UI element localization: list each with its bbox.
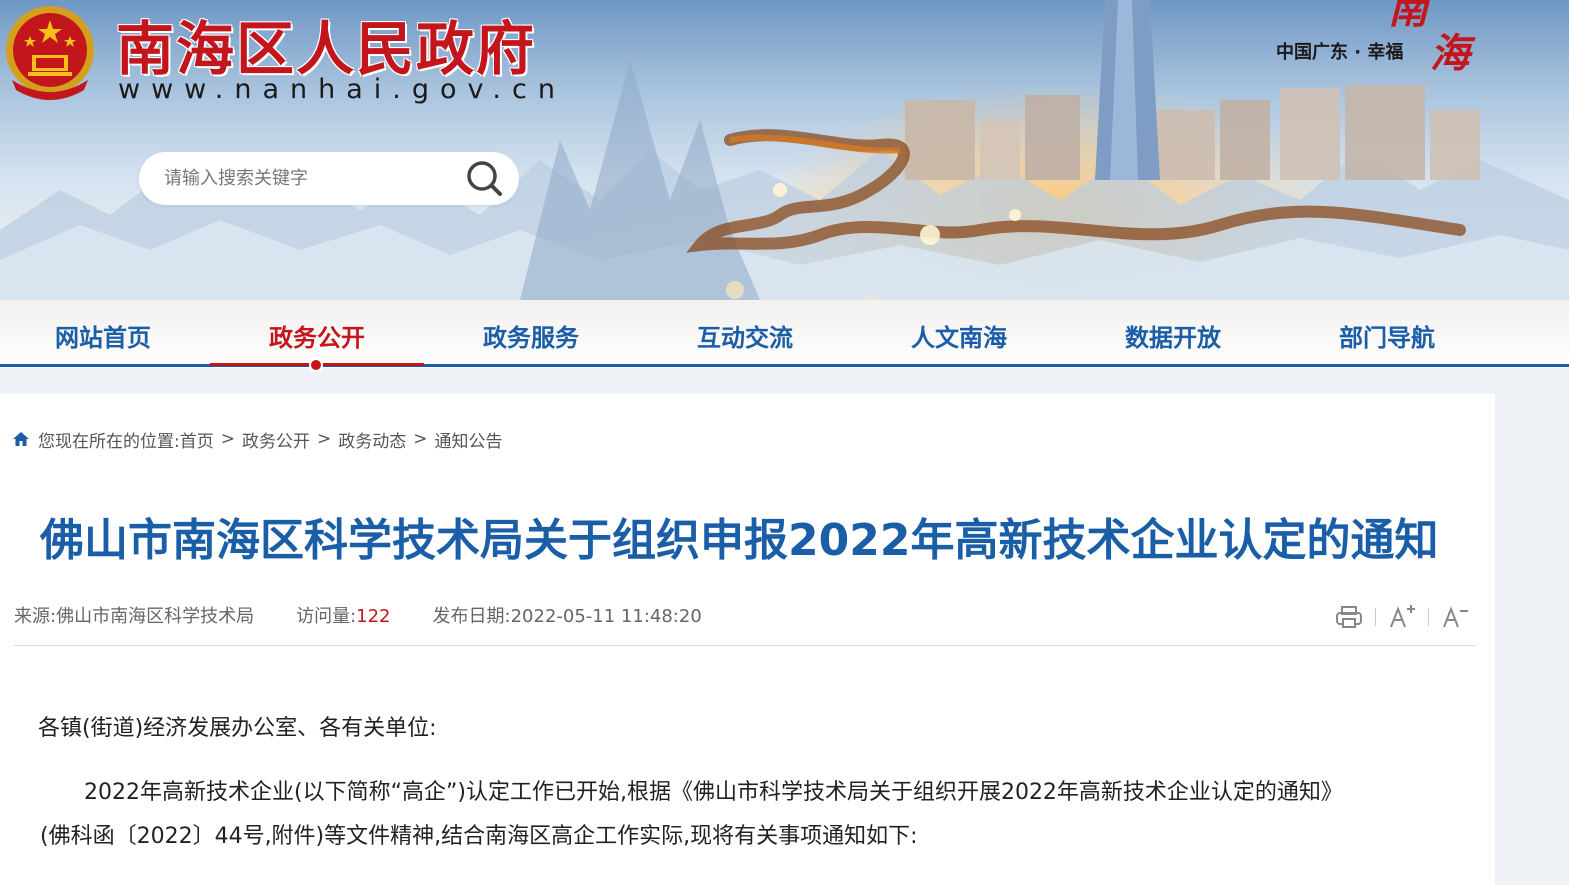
article-meta: 来源:佛山市南海区科学技术局 访问量:122 发布日期:2022-05-11 1… bbox=[14, 602, 744, 628]
calligraphy-logo: 南 海 bbox=[1388, 0, 1488, 76]
tool-separator bbox=[1428, 608, 1429, 626]
meta-date-value: 2022-05-11 11:48:20 bbox=[510, 606, 702, 627]
calligraphy-char: 海 bbox=[1430, 30, 1470, 77]
breadcrumb-gov-news[interactable]: 政务动态 bbox=[338, 427, 406, 452]
national-emblem-icon bbox=[6, 6, 94, 100]
nav-item-open-data[interactable]: 数据开放 bbox=[1066, 318, 1280, 353]
breadcrumb: 您现在所在的位置: 首页 > 政务公开 > 政务动态 > 通知公告 bbox=[12, 427, 502, 452]
breadcrumb-gov-affairs-open[interactable]: 政务公开 bbox=[242, 427, 310, 452]
breadcrumb-separator: > bbox=[316, 429, 332, 449]
header-banner: 南海区人民政府 www.nanhai.gov.cn 中国广东 · 幸福 南 海 bbox=[0, 0, 1569, 300]
site-url: www.nanhai.gov.cn bbox=[118, 74, 566, 105]
meta-date-label: 发布日期: bbox=[432, 606, 511, 627]
article-paragraph: 2022年高新技术企业(以下简称“高企”)认定工作已开始,根据《佛山市科学技术局… bbox=[84, 780, 1343, 805]
breadcrumb-prefix: 您现在所在的位置: bbox=[38, 431, 180, 452]
article-tools bbox=[1334, 603, 1470, 631]
nav-item-home[interactable]: 网站首页 bbox=[0, 318, 210, 353]
breadcrumb-separator: > bbox=[413, 429, 428, 449]
article-title: 佛山市南海区科学技术局关于组织申报2022年高新技术企业认定的通知 bbox=[40, 515, 1439, 566]
content-panel bbox=[0, 394, 1495, 885]
meta-visits: 访问量:122 bbox=[296, 602, 390, 628]
article-paragraph: (佛科函〔2022〕44号,附件)等文件精神,结合南海区高企工作实际,现将有关事… bbox=[40, 824, 918, 849]
nav-item-departments[interactable]: 部门导航 bbox=[1280, 318, 1494, 353]
nav-item-gov-services[interactable]: 政务服务 bbox=[424, 318, 638, 353]
meta-divider bbox=[14, 645, 1476, 646]
breadcrumb-home[interactable]: 首页 bbox=[180, 427, 214, 452]
meta-date: 发布日期:2022-05-11 11:48:20 bbox=[433, 602, 702, 628]
article-paragraph: 各镇(街道)经济发展办公室、各有关单位: bbox=[38, 716, 437, 741]
print-icon[interactable] bbox=[1334, 603, 1364, 631]
nav-item-culture[interactable]: 人文南海 bbox=[852, 318, 1066, 353]
meta-visits-label: 访问量: bbox=[296, 606, 357, 627]
breadcrumb-notices[interactable]: 通知公告 bbox=[434, 427, 502, 452]
calligraphy-char: 南 bbox=[1388, 0, 1428, 33]
nav-active-dot bbox=[309, 358, 323, 372]
meta-source: 来源:佛山市南海区科学技术局 bbox=[14, 602, 254, 628]
tool-separator bbox=[1375, 608, 1376, 626]
font-increase-icon[interactable] bbox=[1387, 603, 1417, 631]
search-icon[interactable] bbox=[462, 156, 506, 200]
meta-source-label: 来源: bbox=[14, 606, 57, 627]
meta-source-value: 佛山市南海区科学技术局 bbox=[56, 606, 255, 627]
breadcrumb-separator: > bbox=[220, 429, 235, 449]
meta-visits-value: 122 bbox=[356, 606, 391, 627]
slogan: 中国广东 · 幸福 bbox=[1276, 42, 1404, 63]
home-icon bbox=[13, 432, 29, 446]
nav-item-gov-affairs-open[interactable]: 政务公开 bbox=[210, 318, 424, 353]
font-decrease-icon[interactable] bbox=[1440, 603, 1470, 631]
nav-item-interaction[interactable]: 互动交流 bbox=[638, 318, 852, 353]
search-input[interactable] bbox=[164, 152, 454, 205]
